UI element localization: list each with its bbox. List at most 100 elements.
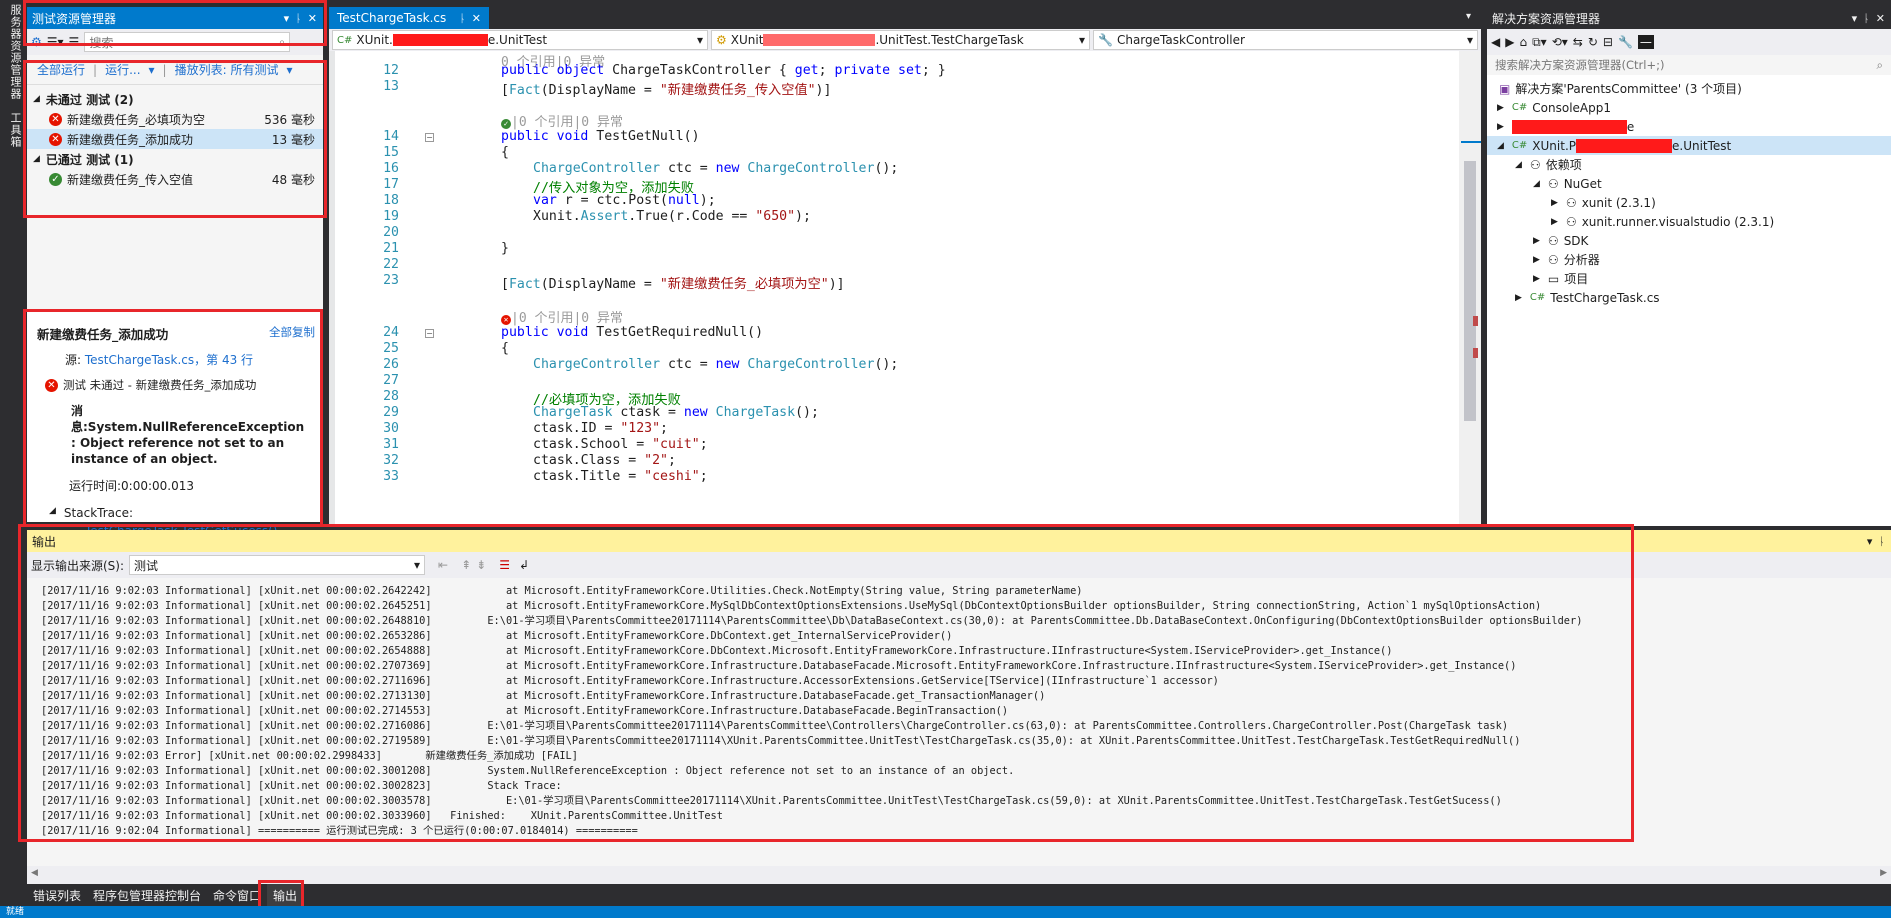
switch-views-icon[interactable]: ⧉▾ <box>1532 35 1547 50</box>
package-icon: ⚇ <box>1565 214 1577 229</box>
pin-icon[interactable]: ᚿ <box>459 12 466 25</box>
scroll-position-marker <box>1461 141 1481 143</box>
status-text: 就绪 <box>6 907 25 917</box>
line-number: 16 <box>383 161 399 176</box>
pin-icon[interactable]: ᚿ <box>1878 535 1885 548</box>
line-number: 27 <box>383 373 399 388</box>
redaction <box>1511 119 1627 134</box>
annotation-box <box>23 0 327 46</box>
line-number: 17 <box>383 177 399 192</box>
package-icon: ⚇ <box>1565 195 1577 210</box>
fold-toggle[interactable]: − <box>425 329 434 338</box>
editor-margin <box>329 51 335 526</box>
line-number: 28 <box>383 389 399 404</box>
toolbox-tab[interactable]: 工具箱 <box>4 112 23 148</box>
dropdown-icon[interactable]: ▾ <box>1867 535 1873 548</box>
line-number: 18 <box>383 193 399 208</box>
fold-toggle[interactable]: − <box>425 133 434 142</box>
tree-solution[interactable]: ▣ 解决方案'ParentsCommittee' (3 个项目) <box>1487 79 1891 98</box>
output-horizontal-scrollbar[interactable]: ◀ ▶ <box>27 866 1891 884</box>
code-line: { <box>501 145 509 160</box>
error-marker <box>1473 316 1478 326</box>
code-line: [Fact(DisplayName = "新建缴费任务_传入空值")] <box>501 83 832 98</box>
class-combo[interactable]: ⚙ XUnit .UnitTest.TestChargeTask ▾ <box>711 30 1091 50</box>
properties-icon[interactable]: 🔧 <box>1618 35 1633 49</box>
collapse-all-icon[interactable]: ⊟ <box>1603 35 1613 49</box>
code-line: } <box>501 241 509 256</box>
preview-icon[interactable]: — <box>1637 35 1654 49</box>
code-editor[interactable]: 0 个引用|0 异常 12 public object ChargeTaskCon… <box>329 51 1481 526</box>
code-line: { <box>501 341 509 356</box>
redaction <box>392 34 488 46</box>
code-line: var r = ctc.Post(null); <box>533 193 716 208</box>
member-combo[interactable]: 🔧 ChargeTaskController ▾ <box>1093 30 1478 50</box>
server-explorer-tab[interactable]: 服务器资源管理器 <box>4 4 23 100</box>
csharp-project-icon: C# <box>1511 140 1528 151</box>
tree-item[interactable]: ▶ ⚇ xunit.runner.visualstudio (2.3.1) <box>1487 212 1891 231</box>
solution-explorer-title: 解决方案资源管理器 <box>1492 11 1601 26</box>
line-number: 32 <box>383 453 399 468</box>
csharp-project-icon: C# <box>337 34 353 46</box>
redaction <box>763 34 876 46</box>
tree-item[interactable]: ▶ C# ConsoleApp1 <box>1487 98 1891 117</box>
code-line: Xunit.Assert.True(r.Code == "650"); <box>533 209 811 224</box>
editor-vertical-scrollbar[interactable] <box>1459 51 1481 526</box>
tab-error-list[interactable]: 错误列表 <box>27 884 87 906</box>
solution-search-input[interactable]: 搜索解决方案资源管理器(Ctrl+;) ⌕ <box>1491 55 1887 75</box>
back-icon[interactable]: ◀ <box>1491 35 1500 49</box>
tree-item[interactable]: ◢ ⚇ NuGet <box>1487 174 1891 193</box>
codelens[interactable]: ✓ |0 个引用|0 异常 <box>501 111 623 130</box>
tree-item[interactable]: ▶ ▭ 项目 <box>1487 269 1891 288</box>
tab-dropdown-icon[interactable]: ▾ <box>1466 11 1471 22</box>
line-number: 30 <box>383 421 399 436</box>
editor-navbar: C# XUnit. e.UnitTest ▾ ⚙ XUnit .UnitTest.T… <box>329 29 1481 51</box>
home-icon[interactable]: ⌂ <box>1519 35 1527 49</box>
solution-explorer-panel: 解决方案资源管理器 ▾ ᚿ ✕ ◀ ▶ ⌂ ⧉▾ ⟲▾ ⇆ ↻ ⊟ 🔧 — 搜索解决… <box>1487 7 1891 526</box>
tree-item[interactable]: ◢ ⚇ 依赖项 <box>1487 155 1891 174</box>
tree-item[interactable]: ▶ ⚇ SDK <box>1487 231 1891 250</box>
solution-tree: ▣ 解决方案'ParentsCommittee' (3 个项目) ▶ C# Conso… <box>1487 75 1891 526</box>
code-line: ChargeTask ctask = new ChargeTask(); <box>533 405 819 420</box>
nuget-icon: ⚇ <box>1547 176 1559 191</box>
code-line: public void TestGetRequiredNull() <box>501 325 764 340</box>
editor-tab-active[interactable]: TestChargeTask.cs ᚿ ✕ <box>329 7 489 29</box>
tree-item-selected[interactable]: ◢ C# XUnit.P e.UnitTest <box>1487 136 1891 155</box>
pin-icon[interactable]: ᚿ <box>1863 12 1870 25</box>
line-number: 29 <box>383 405 399 420</box>
project-combo[interactable]: C# XUnit. e.UnitTest ▾ <box>332 30 709 50</box>
sdk-icon: ⚇ <box>1547 233 1559 248</box>
scrollbar-thumb[interactable] <box>1464 161 1476 421</box>
pending-changes-icon[interactable]: ⟲▾ <box>1552 35 1568 49</box>
line-number: 15 <box>383 145 399 160</box>
editor-tabbar: TestChargeTask.cs ᚿ ✕ ▾ <box>329 7 1481 29</box>
class-icon: ⚙ <box>716 33 727 47</box>
code-line: ChargeController ctc = new ChargeControl… <box>533 161 899 176</box>
line-number: 13 <box>383 79 399 94</box>
close-icon[interactable]: ✕ <box>1876 12 1885 25</box>
sync-icon[interactable]: ⇆ <box>1573 35 1583 49</box>
code-line: public object ChargeTaskController { get… <box>501 63 946 78</box>
line-number: 25 <box>383 341 399 356</box>
line-number: 19 <box>383 209 399 224</box>
code-line: ctask.Title = "ceshi"; <box>533 469 708 484</box>
tree-item[interactable]: ▶ e <box>1487 117 1891 136</box>
refresh-icon[interactable]: ↻ <box>1588 35 1598 49</box>
close-icon[interactable]: ✕ <box>472 12 481 25</box>
search-icon: ⌕ <box>1876 57 1883 72</box>
tree-item[interactable]: ▶ C# TestChargeTask.cs <box>1487 288 1891 307</box>
tab-package-manager-console[interactable]: 程序包管理器控制台 <box>87 884 207 906</box>
dependencies-icon: ⚇ <box>1529 157 1541 172</box>
codelens[interactable]: ✕ |0 个引用|0 异常 <box>501 307 623 326</box>
forward-icon[interactable]: ▶ <box>1505 35 1514 49</box>
dropdown-icon[interactable]: ▾ <box>1852 12 1858 25</box>
solution-icon: ▣ <box>1499 81 1511 96</box>
line-number: 31 <box>383 437 399 452</box>
status-bar: 就绪 <box>0 906 1891 918</box>
annotation-box <box>23 309 323 527</box>
code-line: ctask.ID = "123"; <box>533 421 668 436</box>
solution-explorer-titlebar: 解决方案资源管理器 ▾ ᚿ ✕ <box>1487 7 1891 29</box>
annotation-box <box>23 60 327 218</box>
tree-item[interactable]: ▶ ⚇ xunit (2.3.1) <box>1487 193 1891 212</box>
tree-item[interactable]: ▶ ⚇ 分析器 <box>1487 250 1891 269</box>
line-number: 21 <box>383 241 399 256</box>
